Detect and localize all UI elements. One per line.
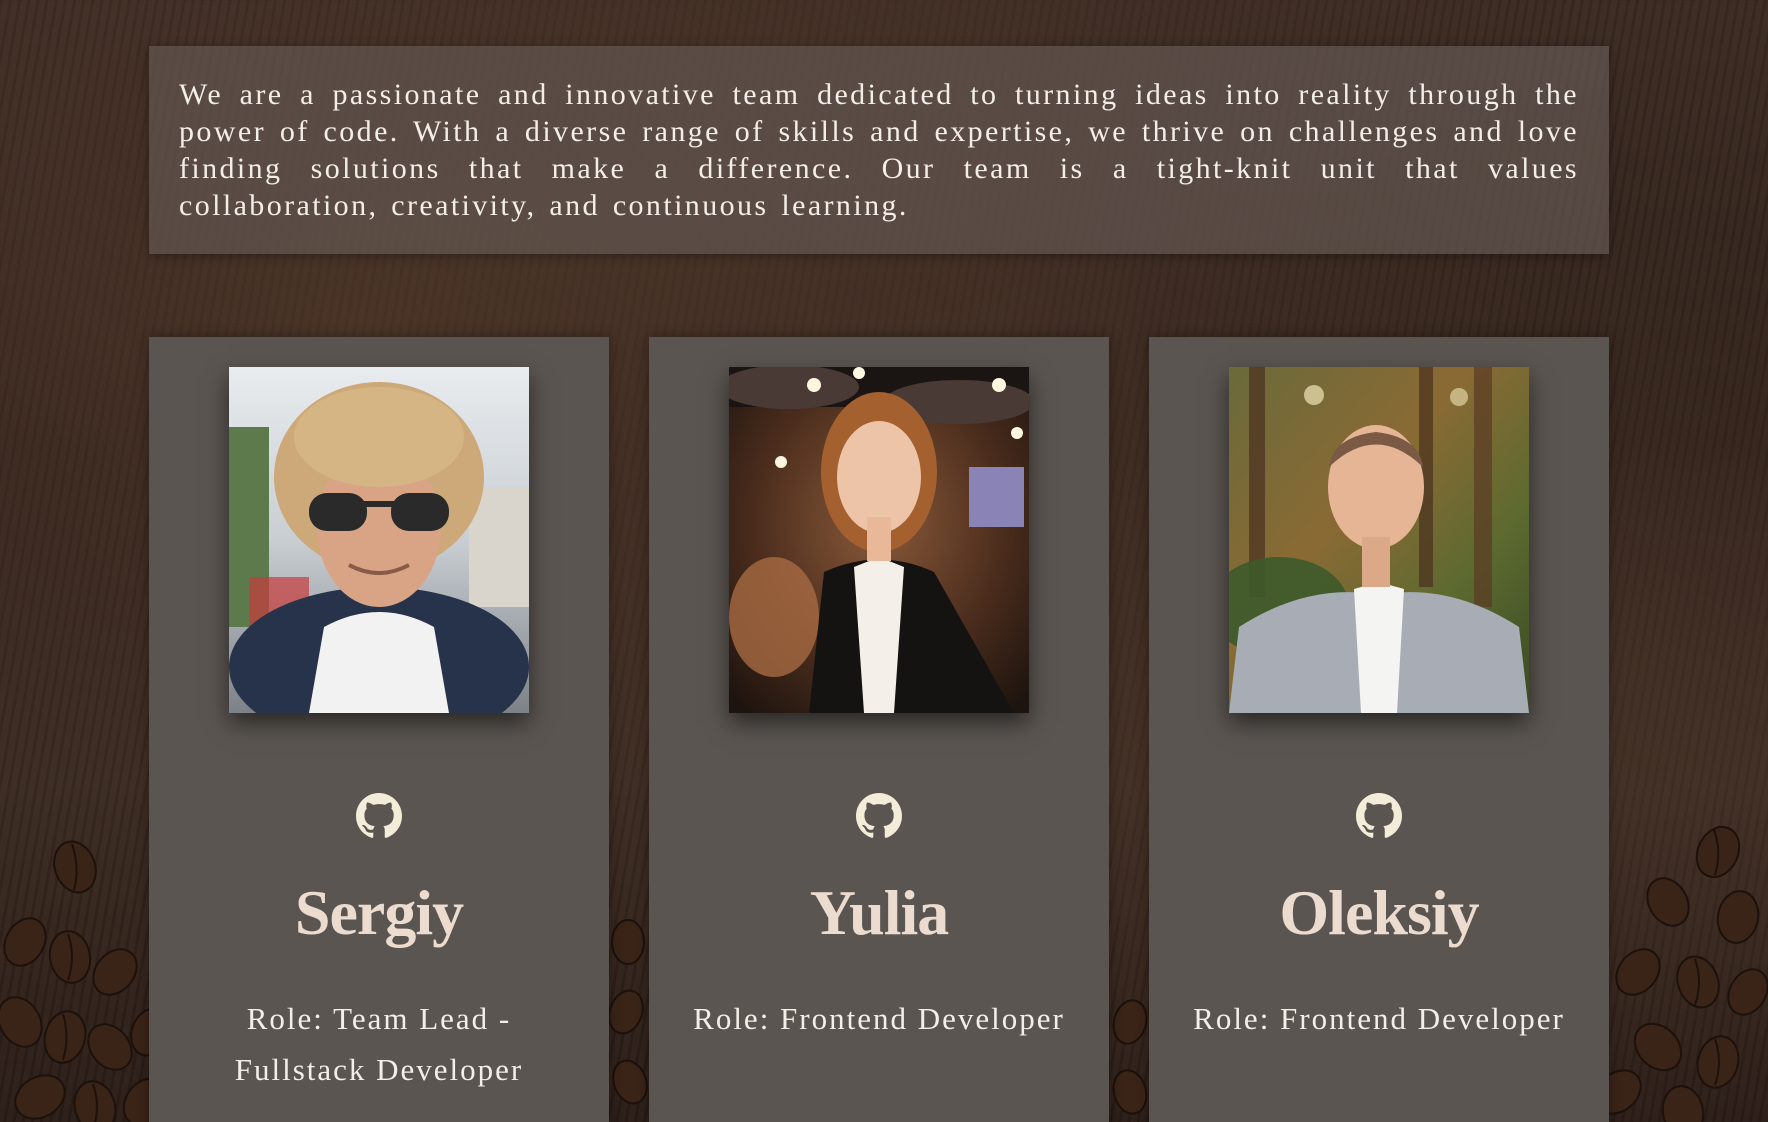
github-link[interactable] xyxy=(356,793,402,839)
coffee-beans-decoration xyxy=(608,919,648,1105)
member-role: Role: Frontend Developer xyxy=(1193,1001,1565,1036)
github-icon xyxy=(856,793,902,838)
github-link[interactable] xyxy=(856,793,902,839)
member-name: Yulia xyxy=(809,877,950,948)
coffee-beans-decoration xyxy=(0,840,170,1122)
member-photo xyxy=(229,367,529,713)
team-member-card: Yulia Role: Frontend Developer xyxy=(649,337,1109,1122)
member-photo xyxy=(729,367,1029,713)
team-member-card: Sergiy Role: Team Lead - Fullstack Devel… xyxy=(149,337,609,1122)
github-icon xyxy=(1356,793,1402,838)
member-name: Sergiy xyxy=(294,877,464,948)
team-intro-text: We are a passionate and innovative team … xyxy=(179,78,1579,222)
member-name: Oleksiy xyxy=(1279,877,1479,948)
coffee-beans-decoration xyxy=(1112,999,1148,1115)
coffee-beans-decoration xyxy=(1598,825,1768,1122)
github-icon xyxy=(356,793,402,838)
team-intro-panel: We are a passionate and innovative team … xyxy=(149,46,1609,254)
member-photo xyxy=(1229,367,1529,713)
github-link[interactable] xyxy=(1356,793,1402,839)
team-member-card: Oleksiy Role: Frontend Developer xyxy=(1149,337,1609,1122)
member-role: Role: Team Lead - Fullstack Developer xyxy=(234,1001,524,1087)
member-role: Role: Frontend Developer xyxy=(693,1001,1065,1036)
